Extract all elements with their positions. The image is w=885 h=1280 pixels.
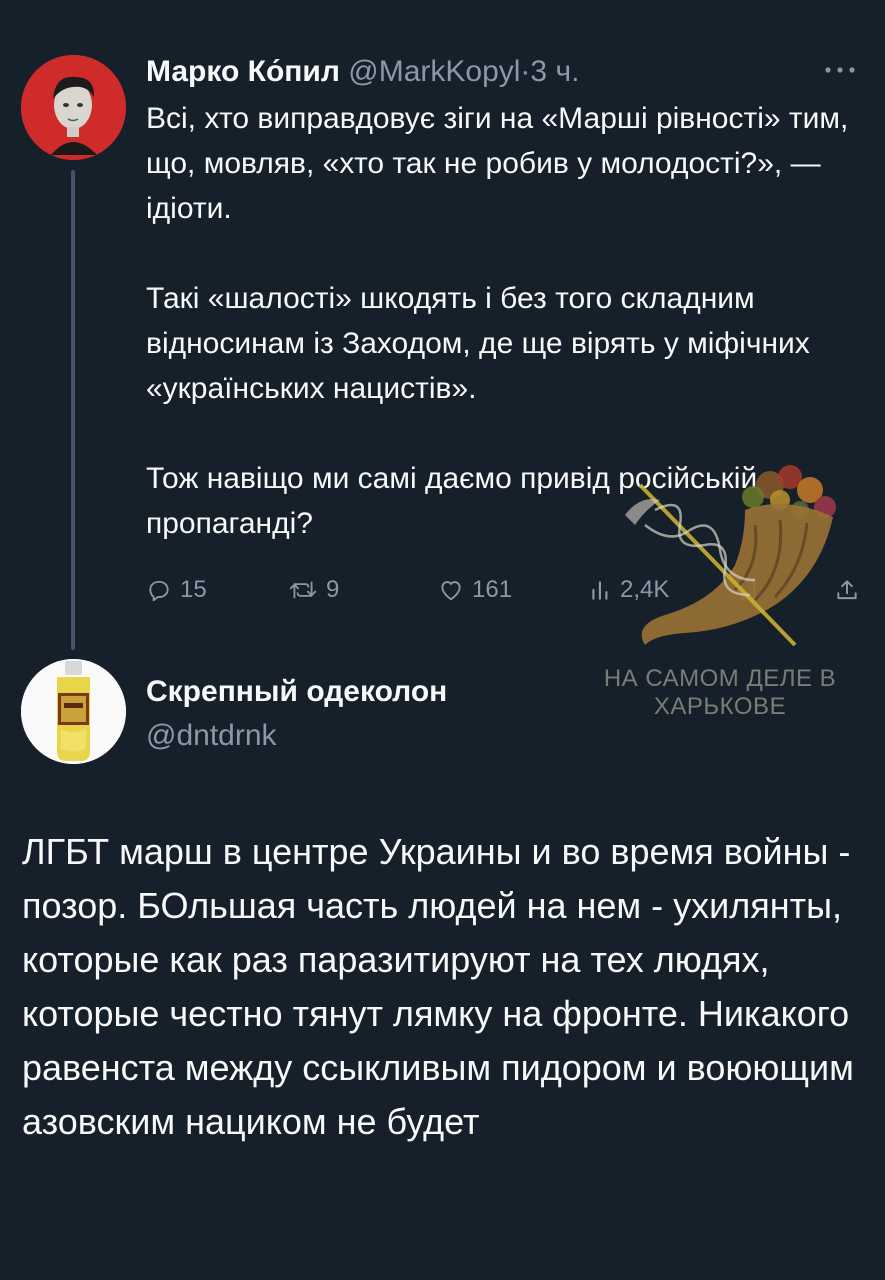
user-handle[interactable]: @MarkKopyl	[348, 55, 520, 88]
thread-connector-line	[71, 170, 75, 650]
cologne-bottle-icon	[21, 659, 126, 764]
tweet-paragraph: Всі, хто виправдовує зіги на «Марші рівн…	[146, 102, 849, 225]
reply-count: 15	[180, 576, 207, 603]
tweet-paragraph: Тож навіщо ми самі даємо привід російськ…	[146, 462, 758, 540]
retweet-count: 9	[326, 576, 340, 603]
avatar[interactable]	[21, 55, 126, 160]
bookmark-icon	[740, 579, 756, 601]
display-name[interactable]: Скрепный одеколон	[146, 672, 447, 712]
bookmark-button[interactable]	[736, 570, 760, 610]
tweet-2-text: ЛГБТ марш в центре Украины и во время во…	[22, 831, 854, 1142]
share-icon	[837, 580, 857, 600]
more-horizontal-icon[interactable]	[820, 58, 860, 82]
share-button[interactable]	[834, 570, 860, 610]
reply-icon	[149, 580, 169, 602]
timestamp[interactable]: 3 ч.	[530, 55, 579, 88]
heart-icon	[441, 581, 461, 601]
views-icon	[592, 581, 608, 600]
user-handle[interactable]: @dntdrnk	[146, 716, 277, 756]
retweet-button[interactable]: 9	[288, 570, 339, 610]
retweet-icon	[289, 581, 317, 599]
views-count: 2,4K	[620, 576, 670, 603]
tweet-paragraph: Такі «шалості» шкодять і без того складн…	[146, 282, 810, 405]
like-button[interactable]: 161	[438, 570, 512, 610]
watermark-text: НА САМОМ ДЕЛЕ В ХАРЬКОВЕ	[603, 665, 837, 720]
tweet-1-text: Всі, хто виправдовує зіги на «Марші рівн…	[146, 96, 866, 546]
reply-button[interactable]: 15	[146, 570, 207, 610]
avatar[interactable]	[21, 659, 126, 764]
views-button[interactable]: 2,4K	[590, 570, 669, 610]
tweet-1-header: Марко Ко́пил @MarkKopyl·3 ч.	[146, 52, 846, 92]
display-name[interactable]: Марко Ко́пил	[146, 55, 340, 88]
tweet-actions-bar: 15 9 161 2,4K	[146, 570, 866, 610]
avatar-portrait-icon	[21, 55, 126, 160]
separator: ·	[520, 55, 531, 88]
like-count: 161	[472, 576, 513, 603]
